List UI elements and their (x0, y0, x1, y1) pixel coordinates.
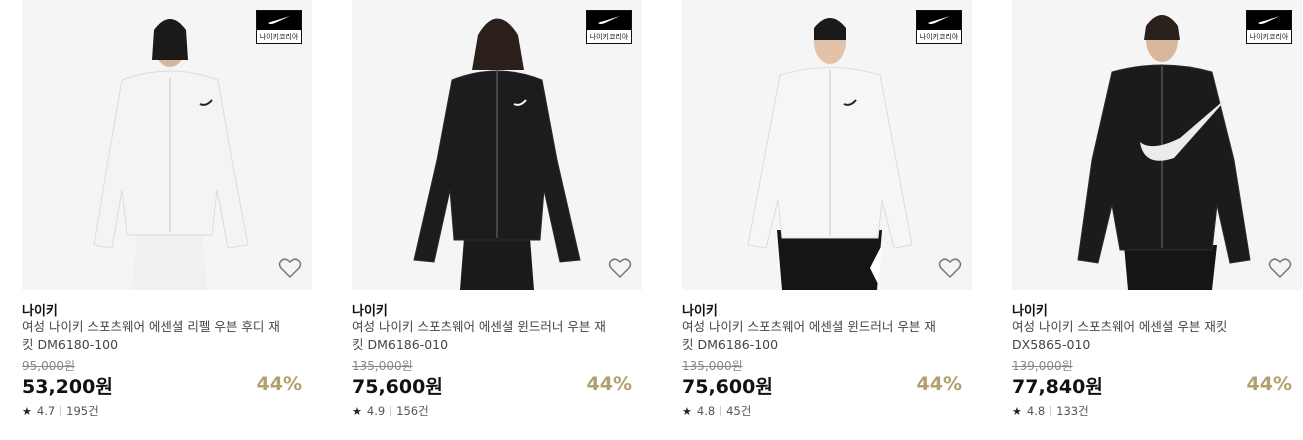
heart-outline-icon[interactable] (278, 257, 302, 279)
product-card[interactable]: 나이키코리아 나이키 여성 나이키 스포츠웨어 에센셜 윈드러너 우븐 재킷 D… (352, 0, 642, 430)
star-icon: ★ (352, 404, 362, 418)
product-grid: 나이키코리아 나이키 여성 나이키 스포츠웨어 에센셜 리펠 우븐 후디 재킷 … (22, 0, 1302, 440)
divider (60, 406, 62, 416)
star-icon: ★ (1012, 404, 1022, 418)
brand-name: 나이키 (1012, 304, 1048, 319)
pants (460, 238, 534, 290)
review-count: 45건 (726, 404, 752, 418)
divider (390, 406, 392, 416)
star-icon: ★ (22, 404, 32, 418)
brand-badge-label: 나이키코리아 (589, 33, 629, 41)
product-title[interactable]: 여성 나이키 스포츠웨어 에센셜 리펠 우븐 후디 재킷 DM6180-100 (22, 318, 287, 354)
divider (720, 406, 722, 416)
product-card[interactable]: 나이키코리아 나이키 여성 나이키 스포츠웨어 에센셜 리펠 우븐 후디 재킷 … (22, 0, 312, 430)
sale-price: 53,200원 (22, 376, 113, 398)
rating-row: ★ 4.8 133건 (1012, 403, 1089, 419)
discount-rate: 44% (586, 373, 632, 395)
product-image[interactable]: 나이키코리아 (22, 0, 312, 290)
product-image[interactable]: 나이키코리아 (1012, 0, 1302, 290)
brand-name: 나이키 (352, 304, 388, 319)
pants (132, 232, 207, 290)
nike-swoosh-icon (598, 16, 620, 24)
rating-value: 4.8 (1026, 404, 1046, 418)
brand-badge-label: 나이키코리아 (1249, 33, 1289, 41)
nike-swoosh-icon (1258, 16, 1280, 24)
divider (1050, 406, 1052, 416)
rating-row: ★ 4.8 45건 (682, 403, 751, 419)
brand-badge: 나이키코리아 (916, 10, 962, 44)
rating-value: 4.9 (366, 404, 386, 418)
nike-swoosh-icon (928, 16, 950, 24)
sale-price: 77,840원 (1012, 376, 1103, 398)
nike-swoosh-icon (268, 16, 290, 24)
review-count: 195건 (66, 404, 99, 418)
rating-row: ★ 4.7 195건 (22, 403, 99, 419)
product-title[interactable]: 여성 나이키 스포츠웨어 에센셜 윈드러너 우븐 재킷 DM6186-100 (682, 318, 947, 354)
brand-badge: 나이키코리아 (1246, 10, 1292, 44)
discount-rate: 44% (916, 373, 962, 395)
brand-badge: 나이키코리아 (256, 10, 302, 44)
sale-price: 75,600원 (352, 376, 443, 398)
heart-outline-icon[interactable] (938, 257, 962, 279)
product-title[interactable]: 여성 나이키 스포츠웨어 에센셜 윈드러너 우븐 재킷 DM6186-010 (352, 318, 617, 354)
product-image[interactable]: 나이키코리아 (682, 0, 972, 290)
review-count: 156건 (396, 404, 429, 418)
discount-rate: 44% (256, 373, 302, 395)
heart-outline-icon[interactable] (1268, 257, 1292, 279)
brand-badge: 나이키코리아 (586, 10, 632, 44)
pants (777, 230, 882, 290)
sale-price: 75,600원 (682, 376, 773, 398)
star-icon: ★ (682, 404, 692, 418)
product-card[interactable]: 나이키코리아 나이키 여성 나이키 스포츠웨어 에센셜 우븐 재킷 DX5865… (1012, 0, 1302, 430)
product-image[interactable]: 나이키코리아 (352, 0, 642, 290)
heart-outline-icon[interactable] (608, 257, 632, 279)
brand-name: 나이키 (682, 304, 718, 319)
rating-value: 4.8 (696, 404, 716, 418)
product-title[interactable]: 여성 나이키 스포츠웨어 에센셜 우븐 재킷 DX5865-010 (1012, 318, 1277, 354)
review-count: 133건 (1056, 404, 1089, 418)
discount-rate: 44% (1246, 373, 1292, 395)
brand-badge-label: 나이키코리아 (259, 33, 299, 41)
product-card[interactable]: 나이키코리아 나이키 여성 나이키 스포츠웨어 에센셜 윈드러너 우븐 재킷 D… (682, 0, 972, 430)
pants (1124, 245, 1217, 290)
brand-name: 나이키 (22, 304, 58, 319)
brand-badge-label: 나이키코리아 (919, 33, 959, 41)
rating-row: ★ 4.9 156건 (352, 403, 429, 419)
rating-value: 4.7 (36, 404, 56, 418)
